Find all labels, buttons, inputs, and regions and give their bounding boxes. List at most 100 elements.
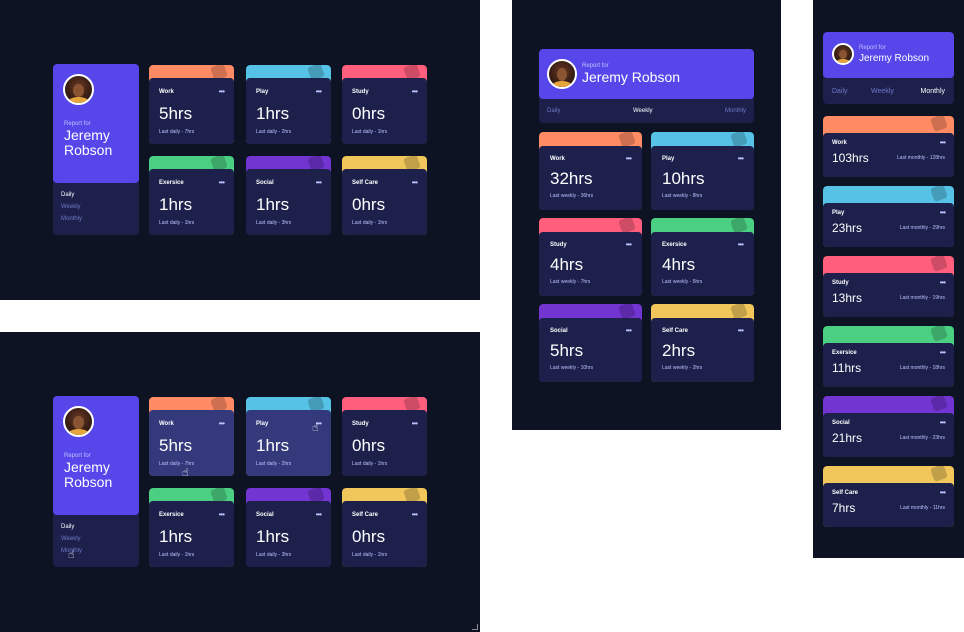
ellipsis-menu-icon[interactable]: ••• xyxy=(316,511,322,519)
card-body[interactable]: Study ••• 4hrs Last weekly - 7hrs xyxy=(539,232,642,296)
activity-card-social[interactable]: Social ••• 5hrs Last weekly - 10hrs xyxy=(539,304,642,382)
social-icon xyxy=(930,396,948,410)
card-body[interactable]: Study ••• 0hrs Last daily - 1hrs xyxy=(342,410,427,476)
card-body[interactable]: Self Care ••• 7hrs Last monthly - 11hrs xyxy=(823,483,954,527)
ellipsis-menu-icon[interactable]: ••• xyxy=(316,179,322,187)
activity-card-study[interactable]: Study ••• 4hrs Last weekly - 7hrs xyxy=(539,218,642,296)
activity-card-study[interactable]: Study ••• 0hrs Last daily - 1hrs xyxy=(342,397,427,476)
ellipsis-menu-icon[interactable]: ••• xyxy=(940,279,946,287)
card-body[interactable]: Exersice ••• 4hrs Last weekly - 5hrs xyxy=(651,232,754,296)
activity-card-exersice[interactable]: Exersice ••• 1hrs Last daily - 1hrs xyxy=(149,488,234,567)
card-body[interactable]: Self Care ••• 0hrs Last daily - 1hrs xyxy=(342,169,427,235)
activity-card-exersice[interactable]: Exersice ••• 1hrs Last daily - 1hrs xyxy=(149,156,234,235)
ellipsis-menu-icon[interactable]: ••• xyxy=(412,420,418,428)
window-resize-grip[interactable] xyxy=(472,624,478,630)
study-icon xyxy=(930,256,948,270)
card-body[interactable]: Exersice ••• 11hrs Last monthly - 18hrs xyxy=(823,343,954,387)
period-weekly[interactable]: Weekly xyxy=(633,108,653,114)
activity-card-play[interactable]: Play ••• 1hrs Last daily - 2hrs xyxy=(246,65,331,144)
period-weekly[interactable]: Weekly xyxy=(871,88,894,95)
card-body[interactable]: Self Care ••• 2hrs Last weekly - 2hrs xyxy=(651,318,754,382)
hours-value: 4hrs xyxy=(662,255,696,274)
period-weekly[interactable]: Weekly xyxy=(61,536,81,542)
activity-card-work[interactable]: Work ••• 5hrs Last daily - 7hrs xyxy=(149,65,234,144)
activity-card-play[interactable]: Play ••• 23hrs Last monthly - 29hrs xyxy=(823,186,954,247)
ellipsis-menu-icon[interactable]: ••• xyxy=(940,419,946,427)
avatar xyxy=(832,43,854,65)
card-body[interactable]: Social ••• 1hrs Last daily - 3hrs xyxy=(246,169,331,235)
activity-card-social[interactable]: Social ••• 21hrs Last monthly - 23hrs xyxy=(823,396,954,457)
ellipsis-menu-icon[interactable]: ••• xyxy=(412,511,418,519)
period-daily[interactable]: Daily xyxy=(832,88,848,95)
self-care-icon xyxy=(730,304,748,318)
card-body[interactable]: Exersice ••• 1hrs Last daily - 1hrs xyxy=(149,169,234,235)
ellipsis-menu-icon[interactable]: ••• xyxy=(626,327,632,335)
period-monthly[interactable]: Monthly xyxy=(920,88,945,95)
activity-card-self-care[interactable]: Self Care ••• 0hrs Last daily - 1hrs xyxy=(342,488,427,567)
activity-card-play[interactable]: Play ••• 1hrs Last daily - 2hrs xyxy=(246,397,331,476)
card-body[interactable]: Exersice ••• 1hrs Last daily - 1hrs xyxy=(149,501,234,567)
card-body[interactable]: Study ••• 0hrs Last daily - 1hrs xyxy=(342,78,427,144)
activity-card-self-care[interactable]: Self Care ••• 0hrs Last daily - 1hrs xyxy=(342,156,427,235)
card-title: Study xyxy=(352,89,369,95)
activity-card-exersice[interactable]: Exersice ••• 11hrs Last monthly - 18hrs xyxy=(823,326,954,387)
card-body[interactable]: Play ••• 1hrs Last daily - 2hrs xyxy=(246,410,331,476)
ellipsis-menu-icon[interactable]: ••• xyxy=(738,327,744,335)
ellipsis-menu-icon[interactable]: ••• xyxy=(940,209,946,217)
avatar-face xyxy=(839,50,847,60)
activity-card-self-care[interactable]: Self Care ••• 2hrs Last weekly - 2hrs xyxy=(651,304,754,382)
activity-card-study[interactable]: Study ••• 0hrs Last daily - 1hrs xyxy=(342,65,427,144)
card-body[interactable]: Play ••• 23hrs Last monthly - 29hrs xyxy=(823,203,954,247)
activity-card-work[interactable]: Work ••• 32hrs Last weekly - 36hrs xyxy=(539,132,642,210)
card-title: Exersice xyxy=(662,242,687,248)
ellipsis-menu-icon[interactable]: ••• xyxy=(316,88,322,96)
card-body[interactable]: Work ••• 5hrs Last daily - 7hrs xyxy=(149,78,234,144)
activity-card-social[interactable]: Social ••• 1hrs Last daily - 3hrs xyxy=(246,156,331,235)
avatar-face xyxy=(73,83,84,98)
activity-card-work[interactable]: Work ••• 5hrs Last daily - 7hrs xyxy=(149,397,234,476)
ellipsis-menu-icon[interactable]: ••• xyxy=(738,155,744,163)
period-weekly[interactable]: Weekly xyxy=(61,204,81,210)
activity-card-work[interactable]: Work ••• 103hrs Last monthly - 128hrs xyxy=(823,116,954,177)
period-monthly[interactable]: Monthly xyxy=(61,216,82,222)
ellipsis-menu-icon[interactable]: ••• xyxy=(412,179,418,187)
ellipsis-menu-icon[interactable]: ••• xyxy=(412,88,418,96)
hours-value: 4hrs xyxy=(550,255,584,274)
previous-period-value: Last monthly - 23hrs xyxy=(899,435,945,441)
period-monthly[interactable]: Monthly xyxy=(725,108,746,114)
ellipsis-menu-icon[interactable]: ••• xyxy=(626,155,632,163)
ellipsis-menu-icon[interactable]: ••• xyxy=(219,88,225,96)
avatar-shirt xyxy=(551,81,573,87)
period-daily[interactable]: Daily xyxy=(61,524,74,530)
card-body[interactable]: Work ••• 5hrs Last daily - 7hrs xyxy=(149,410,234,476)
activity-card-self-care[interactable]: Self Care ••• 7hrs Last monthly - 11hrs xyxy=(823,466,954,527)
activity-card-exersice[interactable]: Exersice ••• 4hrs Last weekly - 5hrs xyxy=(651,218,754,296)
card-body[interactable]: Work ••• 103hrs Last monthly - 128hrs xyxy=(823,133,954,177)
play-icon xyxy=(307,397,325,411)
ellipsis-menu-icon[interactable]: ••• xyxy=(219,179,225,187)
card-body[interactable]: Work ••• 32hrs Last weekly - 36hrs xyxy=(539,146,642,210)
ellipsis-menu-icon[interactable]: ••• xyxy=(219,511,225,519)
activity-card-play[interactable]: Play ••• 10hrs Last weekly - 8hrs xyxy=(651,132,754,210)
ellipsis-menu-icon[interactable]: ••• xyxy=(940,489,946,497)
period-daily[interactable]: Daily xyxy=(547,108,560,114)
ellipsis-menu-icon[interactable]: ••• xyxy=(738,241,744,249)
card-body[interactable]: Self Care ••• 0hrs Last daily - 1hrs xyxy=(342,501,427,567)
activity-card-study[interactable]: Study ••• 13hrs Last monthly - 19hrs xyxy=(823,256,954,317)
ellipsis-menu-icon[interactable]: ••• xyxy=(940,139,946,147)
hours-value: 10hrs xyxy=(662,169,705,188)
hand-cursor-icon: ☝ xyxy=(68,549,75,561)
card-body[interactable]: Play ••• 1hrs Last daily - 2hrs xyxy=(246,78,331,144)
card-title: Self Care xyxy=(352,180,379,186)
activity-card-social[interactable]: Social ••• 1hrs Last daily - 3hrs xyxy=(246,488,331,567)
card-body[interactable]: Study ••• 13hrs Last monthly - 19hrs xyxy=(823,273,954,317)
ellipsis-menu-icon[interactable]: ••• xyxy=(940,349,946,357)
ellipsis-menu-icon[interactable]: ••• xyxy=(219,420,225,428)
card-body[interactable]: Social ••• 1hrs Last daily - 3hrs xyxy=(246,501,331,567)
user-last-name: Robson xyxy=(64,474,113,491)
ellipsis-menu-icon[interactable]: ••• xyxy=(626,241,632,249)
card-body[interactable]: Social ••• 21hrs Last monthly - 23hrs xyxy=(823,413,954,457)
card-body[interactable]: Play ••• 10hrs Last weekly - 8hrs xyxy=(651,146,754,210)
card-body[interactable]: Social ••• 5hrs Last weekly - 10hrs xyxy=(539,318,642,382)
period-daily[interactable]: Daily xyxy=(61,192,74,198)
